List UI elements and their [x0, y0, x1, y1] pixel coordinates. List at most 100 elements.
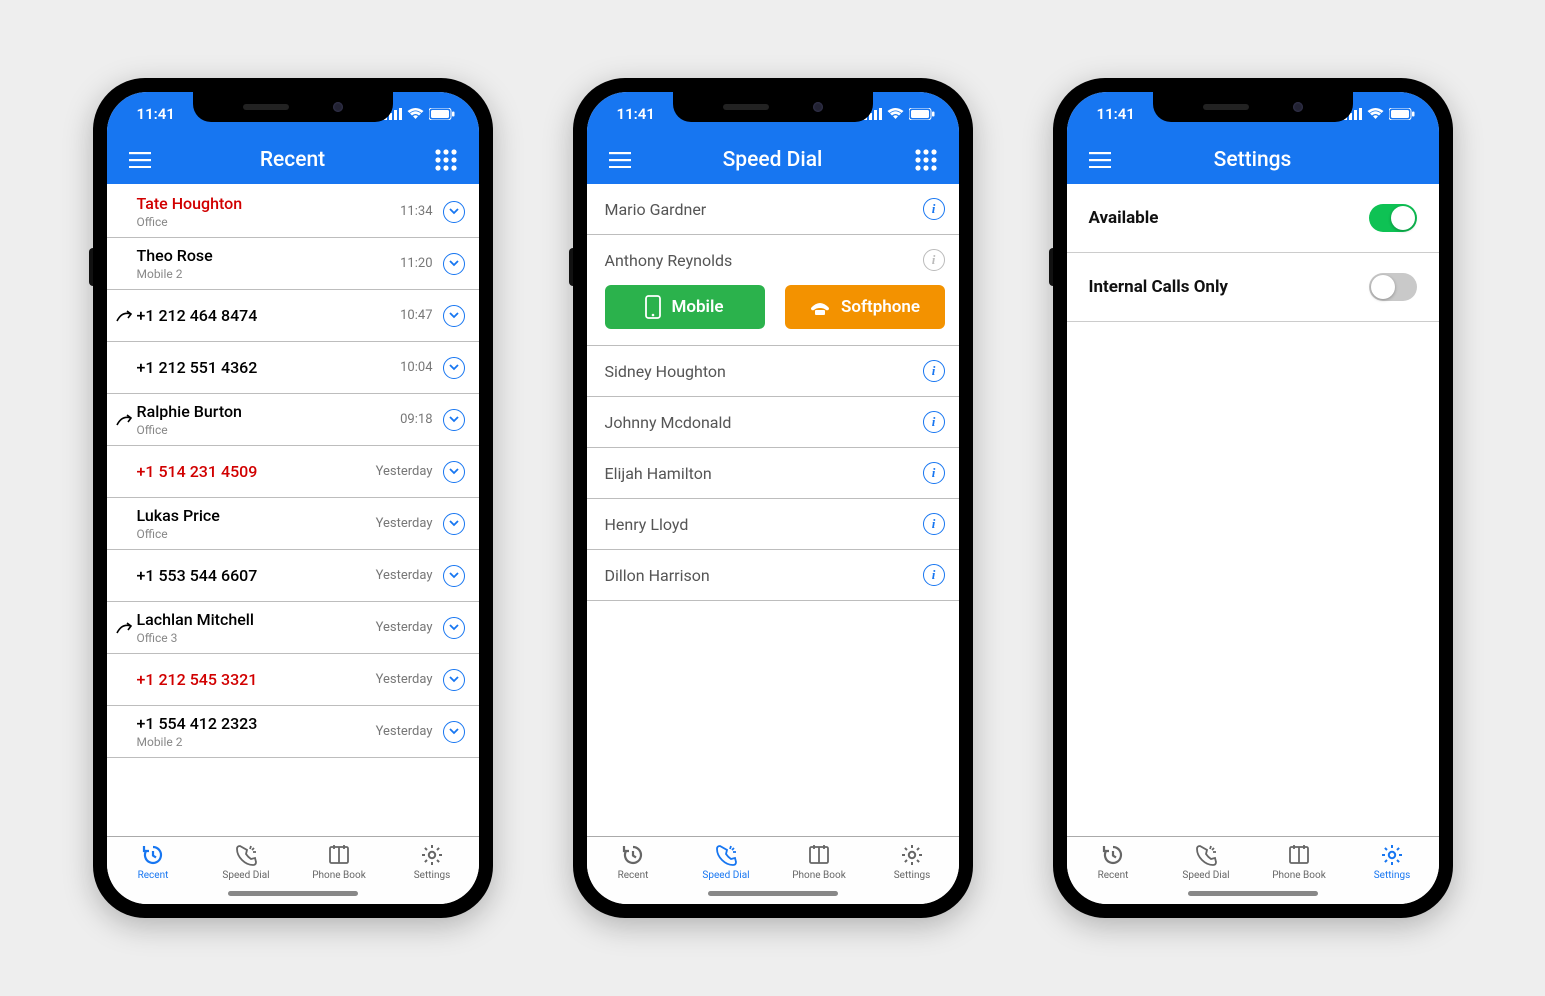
settings-row: Available [1067, 184, 1439, 253]
battery-icon [429, 108, 455, 120]
detail-button[interactable] [443, 357, 465, 379]
status-time: 11:41 [617, 105, 655, 123]
tab-settings[interactable]: Settings [866, 843, 959, 904]
speed-dial-row[interactable]: Henry Lloyd i [587, 499, 959, 550]
recent-row[interactable]: Tate Houghton Office 11:34 [107, 186, 479, 238]
detail-button[interactable] [443, 721, 465, 743]
info-button[interactable]: i [923, 564, 945, 586]
speed-dial-icon [714, 843, 738, 867]
info-button[interactable]: i [923, 249, 945, 271]
recent-row[interactable]: +1 514 231 4509 Yesterday [107, 446, 479, 498]
recent-list[interactable]: Tate Houghton Office 11:34 Theo Rose Mob… [107, 184, 479, 758]
chevron-down-icon [449, 364, 459, 371]
settings-list: Available Internal Calls Only [1067, 184, 1439, 322]
tab-label: Speed Dial [1182, 870, 1229, 881]
speed-dial-list[interactable]: Mario Gardner i Anthony Reynolds i Mobil… [587, 184, 959, 601]
info-button[interactable]: i [923, 513, 945, 535]
call-info: Tate Houghton Office [135, 194, 401, 228]
sd-top: Johnny Mcdonald i [605, 411, 945, 433]
info-button[interactable]: i [923, 360, 945, 382]
page-title: Recent [153, 148, 433, 172]
status-right [384, 108, 455, 120]
recent-row[interactable]: +1 212 551 4362 10:04 [107, 342, 479, 394]
recent-row[interactable]: Theo Rose Mobile 2 11:20 [107, 238, 479, 290]
nav-bar: Speed Dial [587, 136, 959, 184]
outgoing-arrow-slot [113, 622, 135, 634]
call-sub: Office 3 [137, 631, 376, 645]
outgoing-arrow-slot [113, 310, 135, 322]
speed-dial-row[interactable]: Sidney Houghton i [587, 346, 959, 397]
toggle-switch[interactable] [1369, 204, 1417, 232]
tab-label: Recent [618, 870, 649, 881]
menu-button[interactable] [127, 152, 153, 168]
info-button[interactable]: i [923, 198, 945, 220]
status-time: 11:41 [137, 105, 175, 123]
recent-row[interactable]: Lukas Price Office Yesterday [107, 498, 479, 550]
sd-top: Anthony Reynolds i [605, 249, 945, 271]
recent-row[interactable]: +1 212 464 8474 10:47 [107, 290, 479, 342]
recent-row[interactable]: Lachlan Mitchell Office 3 Yesterday [107, 602, 479, 654]
home-indicator[interactable] [708, 891, 838, 896]
recent-row[interactable]: +1 553 544 6607 Yesterday [107, 550, 479, 602]
info-button[interactable]: i [923, 462, 945, 484]
detail-button[interactable] [443, 305, 465, 327]
speed-dial-row[interactable]: Mario Gardner i [587, 184, 959, 235]
recent-icon [141, 843, 165, 867]
contact-name: Dillon Harrison [605, 566, 923, 585]
call-info: +1 553 544 6607 [135, 566, 376, 585]
menu-button[interactable] [1087, 152, 1113, 168]
notch [673, 92, 873, 122]
speed-dial-content: Mario Gardner i Anthony Reynolds i Mobil… [587, 184, 959, 836]
phone-speed-dial: 11:41 Speed Dial Mario Gardner i Anthony… [573, 78, 973, 918]
settings-row: Internal Calls Only [1067, 253, 1439, 322]
speed-dial-row[interactable]: Johnny Mcdonald i [587, 397, 959, 448]
call-info: +1 212 545 3321 [135, 670, 376, 689]
battery-icon [1389, 108, 1415, 120]
recent-row[interactable]: +1 554 412 2323 Mobile 2 Yesterday [107, 706, 479, 758]
nav-bar: Settings [1067, 136, 1439, 184]
home-indicator[interactable] [1188, 891, 1318, 896]
menu-button[interactable] [607, 152, 633, 168]
tab-recent[interactable]: Recent [1067, 843, 1160, 904]
chevron-down-icon [449, 468, 459, 475]
speed-dial-icon [234, 843, 258, 867]
outgoing-arrow-slot [113, 414, 135, 426]
recent-row[interactable]: Ralphie Burton Office 09:18 [107, 394, 479, 446]
toggle-switch[interactable] [1369, 273, 1417, 301]
outgoing-arrow-icon [116, 622, 132, 634]
tab-settings[interactable]: Settings [1346, 843, 1439, 904]
softphone-button-label: Softphone [841, 297, 920, 317]
detail-button[interactable] [443, 461, 465, 483]
detail-button[interactable] [443, 617, 465, 639]
tab-recent[interactable]: Recent [587, 843, 680, 904]
call-time: Yesterday [376, 724, 433, 739]
recent-row[interactable]: +1 212 545 3321 Yesterday [107, 654, 479, 706]
setting-label: Available [1089, 208, 1159, 228]
tab-settings[interactable]: Settings [386, 843, 479, 904]
dialpad-button[interactable] [913, 149, 939, 171]
call-info: +1 212 551 4362 [135, 358, 401, 377]
detail-button[interactable] [443, 565, 465, 587]
mobile-button[interactable]: Mobile [605, 285, 765, 329]
tab-recent[interactable]: Recent [107, 843, 200, 904]
tab-label: Phone Book [1272, 870, 1326, 881]
softphone-button[interactable]: Softphone [785, 285, 945, 329]
call-info: +1 514 231 4509 [135, 462, 376, 481]
phone-book-icon [807, 843, 831, 867]
detail-button[interactable] [443, 253, 465, 275]
phone-book-icon [327, 843, 351, 867]
call-time: Yesterday [376, 516, 433, 531]
call-time: Yesterday [376, 672, 433, 687]
info-button[interactable]: i [923, 411, 945, 433]
speed-dial-row[interactable]: Elijah Hamilton i [587, 448, 959, 499]
dialpad-button[interactable] [433, 149, 459, 171]
home-indicator[interactable] [228, 891, 358, 896]
speed-dial-row[interactable]: Dillon Harrison i [587, 550, 959, 601]
detail-button[interactable] [443, 669, 465, 691]
detail-button[interactable] [443, 409, 465, 431]
detail-button[interactable] [443, 513, 465, 535]
speed-dial-row[interactable]: Anthony Reynolds i Mobile Softphone [587, 235, 959, 346]
detail-button[interactable] [443, 201, 465, 223]
dialpad-icon [435, 149, 457, 171]
call-time: 11:34 [400, 204, 432, 219]
